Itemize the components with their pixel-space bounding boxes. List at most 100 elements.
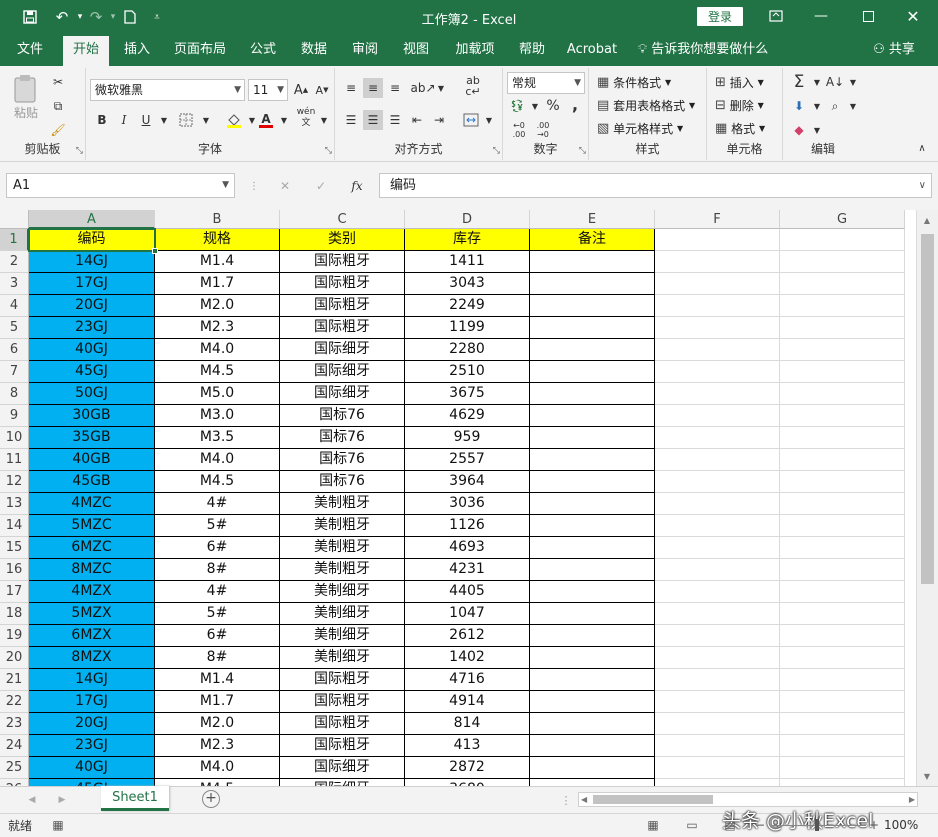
row-header[interactable]: 3 xyxy=(0,273,29,295)
row-header[interactable]: 13 xyxy=(0,493,29,515)
increase-indent-icon[interactable]: ⇥ xyxy=(429,110,449,130)
empty-cell[interactable] xyxy=(655,669,780,691)
empty-cell[interactable] xyxy=(780,471,905,493)
empty-cell[interactable] xyxy=(780,361,905,383)
table-cell[interactable] xyxy=(530,449,655,471)
table-cell[interactable]: 4MZX xyxy=(29,581,155,603)
table-cell[interactable]: 4405 xyxy=(405,581,530,603)
table-cell[interactable]: 959 xyxy=(405,427,530,449)
table-cell[interactable]: M1.7 xyxy=(155,273,280,295)
zoom-slider-thumb[interactable] xyxy=(815,819,819,831)
table-cell[interactable]: 美制细牙 xyxy=(280,603,405,625)
minimize-icon[interactable]: — xyxy=(808,5,834,27)
tab-data[interactable]: 数据 xyxy=(292,34,336,66)
table-cell[interactable] xyxy=(530,713,655,735)
table-cell[interactable]: 国际粗牙 xyxy=(280,669,405,691)
tell-me-search[interactable]: 💡︎ 告诉我你想要做什么 xyxy=(638,34,774,66)
empty-cell[interactable] xyxy=(655,735,780,757)
prev-sheet-icon[interactable]: ◀ xyxy=(22,790,42,810)
scroll-up-icon[interactable]: ▲ xyxy=(917,210,937,230)
underline-dropdown-icon[interactable]: ▼ xyxy=(154,110,174,130)
table-cell[interactable] xyxy=(530,779,655,786)
table-cell[interactable] xyxy=(530,581,655,603)
row-header[interactable]: 15 xyxy=(0,537,29,559)
bold-button[interactable]: B xyxy=(92,110,112,130)
empty-cell[interactable] xyxy=(655,449,780,471)
table-cell[interactable]: 3964 xyxy=(405,471,530,493)
row-header[interactable]: 7 xyxy=(0,361,29,383)
empty-cell[interactable] xyxy=(655,603,780,625)
conditional-formatting-button[interactable]: ▦ 条件格式 ▼ xyxy=(597,74,671,91)
table-cell[interactable]: 6MZC xyxy=(29,537,155,559)
empty-cell[interactable] xyxy=(655,295,780,317)
name-box[interactable]: A1 ▼ xyxy=(6,173,235,198)
table-cell[interactable]: 4# xyxy=(155,581,280,603)
empty-cell[interactable] xyxy=(655,537,780,559)
row-header[interactable]: 19 xyxy=(0,625,29,647)
table-cell[interactable]: 45GB xyxy=(29,471,155,493)
table-cell[interactable]: 4# xyxy=(155,493,280,515)
scroll-down-icon[interactable]: ▼ xyxy=(917,766,937,786)
tab-formulas[interactable]: 公式 xyxy=(241,34,285,66)
customize-quick-access-icon[interactable]: ⩡ xyxy=(147,7,167,27)
column-header-g[interactable]: G xyxy=(780,210,905,229)
table-cell[interactable] xyxy=(530,735,655,757)
empty-cell[interactable] xyxy=(780,647,905,669)
table-cell[interactable]: M4.5 xyxy=(155,361,280,383)
table-cell[interactable]: M5.0 xyxy=(155,383,280,405)
table-cell[interactable]: M2.3 xyxy=(155,735,280,757)
empty-cell[interactable] xyxy=(780,515,905,537)
table-cell[interactable]: 17GJ xyxy=(29,691,155,713)
formula-input[interactable]: 编码 ∨ xyxy=(379,173,932,198)
comma-style-button[interactable]: , xyxy=(565,94,585,114)
zoom-in-icon[interactable]: + xyxy=(864,815,884,835)
page-break-view-icon[interactable]: ▤ xyxy=(720,815,740,835)
paste-button[interactable]: 粘贴 xyxy=(10,74,42,121)
table-cell[interactable]: 美制粗牙 xyxy=(280,515,405,537)
cell-styles-button[interactable]: ▧ 单元格样式 ▼ xyxy=(597,120,683,137)
row-header[interactable]: 25 xyxy=(0,757,29,779)
align-bottom-icon[interactable]: ≡ xyxy=(385,78,405,98)
table-cell[interactable]: 5# xyxy=(155,515,280,537)
row-header[interactable]: 22 xyxy=(0,691,29,713)
collapse-ribbon-icon[interactable]: ∧ xyxy=(912,138,932,158)
table-cell[interactable]: 美制粗牙 xyxy=(280,559,405,581)
empty-cell[interactable] xyxy=(780,581,905,603)
table-cell[interactable] xyxy=(530,515,655,537)
row-header[interactable]: 4 xyxy=(0,295,29,317)
ribbon-display-options-icon[interactable] xyxy=(763,5,789,27)
enter-icon[interactable]: ✓ xyxy=(311,176,331,196)
sort-filter-icon[interactable]: A↓ xyxy=(825,72,845,92)
table-cell[interactable] xyxy=(530,383,655,405)
accounting-format-icon[interactable]: 💱︎ xyxy=(507,96,527,116)
empty-cell[interactable] xyxy=(780,735,905,757)
page-layout-view-icon[interactable]: ▭ xyxy=(682,815,702,835)
tab-acrobat[interactable]: Acrobat xyxy=(562,34,622,66)
header-cell[interactable]: 备注 xyxy=(530,229,655,251)
vertical-scrollbar[interactable]: ▲ ▼ xyxy=(916,210,938,786)
table-cell[interactable]: 国际细牙 xyxy=(280,383,405,405)
empty-cell[interactable] xyxy=(780,229,905,251)
autosum-button[interactable]: Σ xyxy=(789,72,809,92)
header-cell[interactable]: 编码 xyxy=(29,229,155,251)
empty-cell[interactable] xyxy=(780,779,905,786)
empty-cell[interactable] xyxy=(780,757,905,779)
empty-cell[interactable] xyxy=(780,713,905,735)
table-cell[interactable] xyxy=(530,339,655,361)
table-cell[interactable]: 23GJ xyxy=(29,317,155,339)
empty-cell[interactable] xyxy=(655,779,780,786)
table-cell[interactable]: M2.0 xyxy=(155,713,280,735)
table-cell[interactable]: 30GB xyxy=(29,405,155,427)
row-header[interactable]: 8 xyxy=(0,383,29,405)
empty-cell[interactable] xyxy=(655,559,780,581)
header-cell[interactable]: 类别 xyxy=(280,229,405,251)
row-header[interactable]: 1 xyxy=(0,229,29,251)
table-cell[interactable]: 美制细牙 xyxy=(280,647,405,669)
borders-dropdown-icon[interactable]: ▼ xyxy=(196,110,216,130)
table-cell[interactable]: 50GJ xyxy=(29,383,155,405)
table-cell[interactable]: M4.0 xyxy=(155,339,280,361)
accounting-dropdown-icon[interactable]: ▼ xyxy=(525,96,545,116)
merge-center-icon[interactable] xyxy=(461,110,481,130)
table-cell[interactable]: 3043 xyxy=(405,273,530,295)
table-cell[interactable]: 国际粗牙 xyxy=(280,273,405,295)
